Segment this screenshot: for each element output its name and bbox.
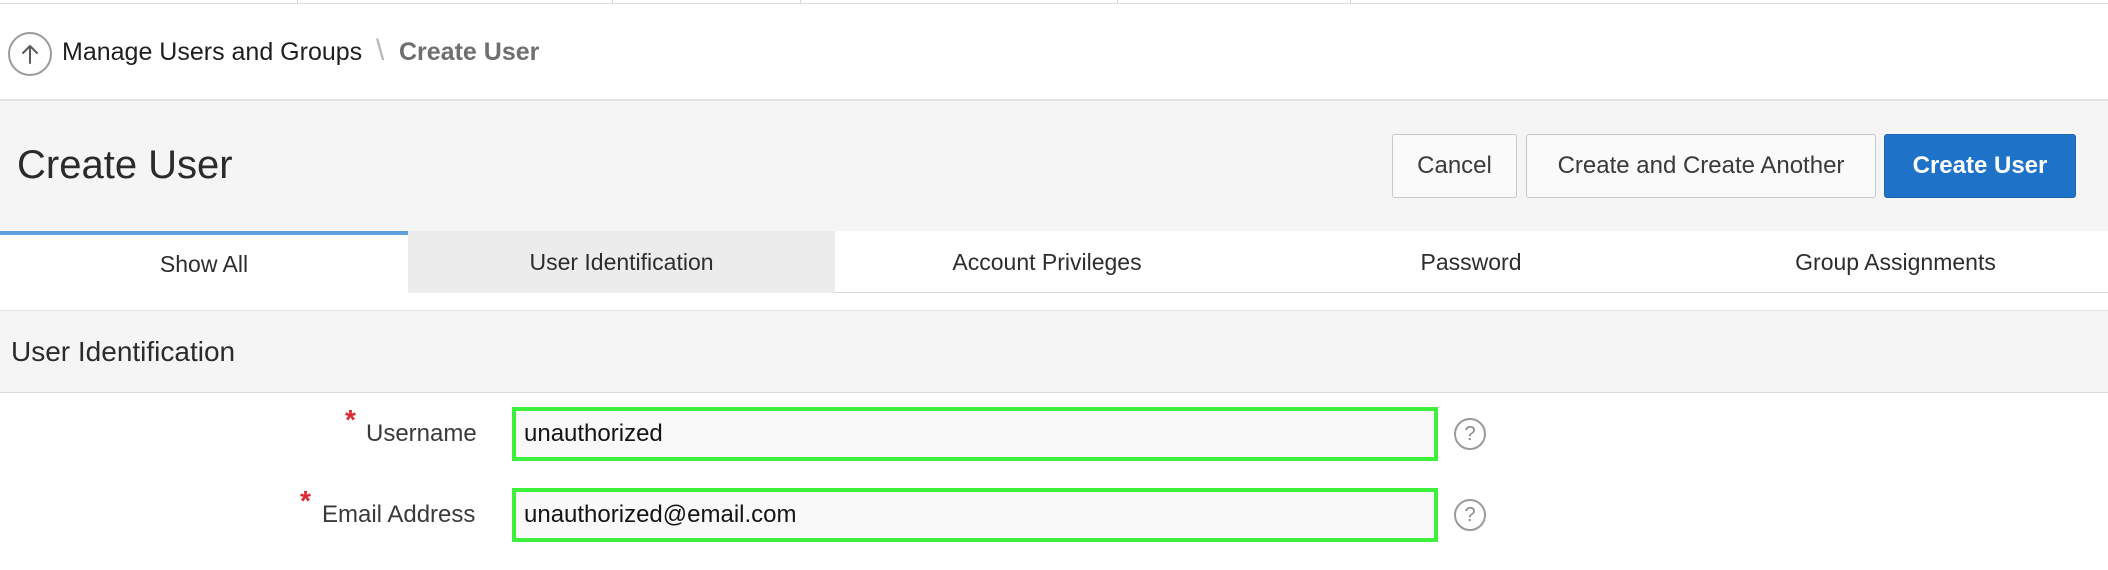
create-user-button[interactable]: Create User xyxy=(1884,134,2076,198)
tab-user-identification[interactable]: User Identification xyxy=(408,231,835,293)
arrow-up-icon xyxy=(22,45,38,64)
email-help-icon[interactable]: ? xyxy=(1454,499,1486,531)
required-marker: * xyxy=(300,485,311,516)
breadcrumb: Manage Users and Groups \ Create User xyxy=(0,4,2108,101)
create-user-page: Manage Users and Groups \ Create User Cr… xyxy=(0,0,2108,570)
tab-spacer xyxy=(0,293,2108,311)
breadcrumb-parent-link[interactable]: Manage Users and Groups xyxy=(62,38,362,67)
required-marker: * xyxy=(345,404,356,435)
page-header: Create User Cancel Create and Create Ano… xyxy=(0,101,2108,231)
username-row: * Username ? xyxy=(0,404,2108,464)
breadcrumb-current: Create User xyxy=(399,38,540,66)
tab-password[interactable]: Password xyxy=(1259,231,1683,293)
email-row: * Email Address ? xyxy=(0,485,2108,545)
page-title: Create User xyxy=(17,143,233,187)
tab-group-assignments[interactable]: Group Assignments xyxy=(1683,231,2108,293)
username-label: Username xyxy=(366,420,477,447)
back-button[interactable] xyxy=(8,32,52,76)
tab-show-all[interactable]: Show All xyxy=(0,231,408,293)
tab-account-privileges[interactable]: Account Privileges xyxy=(835,231,1259,293)
email-label: Email Address xyxy=(322,501,476,528)
username-input[interactable] xyxy=(512,407,1438,461)
section-header: User Identification xyxy=(0,311,2108,393)
breadcrumb-separator: \ xyxy=(376,34,385,67)
tab-bar: Show All User Identification Account Pri… xyxy=(0,231,2108,293)
section-title: User Identification xyxy=(11,336,236,367)
username-help-icon[interactable]: ? xyxy=(1454,418,1486,450)
create-and-create-another-button[interactable]: Create and Create Another xyxy=(1526,134,1876,198)
cancel-button[interactable]: Cancel xyxy=(1392,134,1517,198)
email-input[interactable] xyxy=(512,488,1438,542)
